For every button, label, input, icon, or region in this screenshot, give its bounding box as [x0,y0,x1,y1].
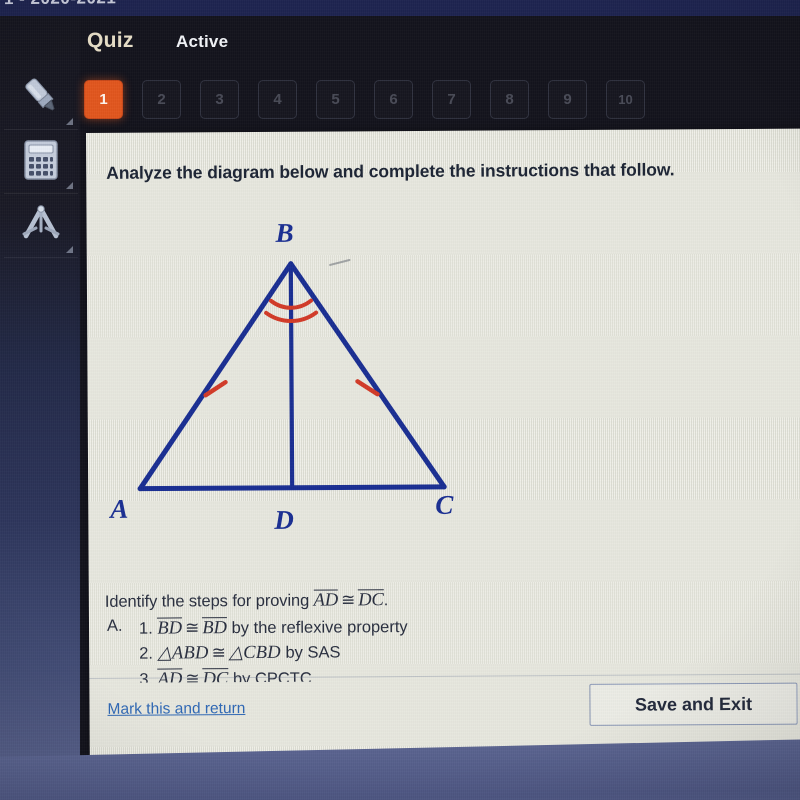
highlighter-icon [18,73,64,124]
step-2-triangle-a: △ABD [157,643,209,664]
step-2-reason: by SAS [285,643,341,663]
question-tab-label: 2 [157,91,166,108]
question-tab-1[interactable]: 1 [84,80,123,119]
vertex-label-B: B [275,217,294,248]
screen-photo: 1 - 2020-2021 [0,0,800,800]
question-tab-8[interactable]: 8 [490,80,529,119]
answer-intro: Identify the steps for proving AD ≅ DC. [105,587,765,612]
segment-BC [288,261,447,490]
vertex-label-A: A [110,493,129,524]
answer-intro-suffix: . [383,591,389,610]
step-1-congruent-symbol: ≅ [184,618,200,638]
question-tab-6[interactable]: 6 [374,80,413,119]
question-tab-4[interactable]: 4 [258,80,297,119]
vertex-label-C: C [435,489,454,520]
quiz-header: Quiz Active [80,20,800,68]
triangle-figure: B A D C [101,216,503,548]
answer-choice-A[interactable]: A. 1. BD ≅ BD by the reflexive property 2.… [105,613,765,683]
answer-intro-segment-AD: AD [313,589,339,611]
step-2-triangle-b: △CBD [228,643,281,664]
vertex-label-D: D [274,504,294,535]
question-tab-label: 1 [99,91,108,108]
question-tab-label: 4 [273,91,282,108]
top-strip-text: 1 - 2020-2021 [4,0,117,9]
page-prompt: Analyze the diagram below and complete t… [106,159,675,183]
question-tab-label: 3 [215,91,224,108]
answer-block: Identify the steps for proving AD ≅ DC. A.… [105,587,766,683]
choice-letter: A. [106,616,123,635]
calculator-icon [21,139,61,186]
quiz-title: Quiz [87,29,134,52]
question-tab-7[interactable]: 7 [432,80,471,119]
question-tab-10[interactable]: 10 [606,80,645,119]
question-tab-label: 9 [563,91,572,108]
question-tab-label: 10 [618,92,633,107]
question-tab-label: 6 [389,91,398,108]
question-tab-label: 7 [447,91,456,108]
answer-intro-congruent-symbol: ≅ [341,590,356,610]
question-tab-2[interactable]: 2 [142,80,181,119]
save-and-exit-button[interactable]: Save and Exit [589,682,798,726]
question-tab-9[interactable]: 9 [548,80,587,119]
step-2-number: 2. [139,645,154,664]
step-1-number: 1. [138,619,153,638]
segment-BD [288,261,295,490]
question-tabs: 1 2 3 4 5 6 7 8 9 10 [80,72,800,128]
highlighter-tool-button[interactable] [4,68,78,130]
step-1-segment-b: BD [202,617,228,639]
step-1-segment-a: BD [157,617,183,639]
proof-step-2: 2. △ABD ≅ △CBD by SAS [139,637,765,667]
question-tab-3[interactable]: 3 [200,80,239,119]
step-2-congruent-symbol: ≅ [211,643,226,663]
question-tab-label: 5 [331,91,340,108]
save-and-exit-label: Save and Exit [634,693,753,715]
compass-icon [16,204,66,249]
step-1-reason: by the reflexive property [231,618,408,638]
tool-rail [0,16,80,776]
answer-intro-prefix: Identify the steps for proving [104,591,314,611]
segment-AB [137,261,294,492]
compass-tool-button[interactable] [4,196,78,258]
calculator-tool-button[interactable] [4,132,78,194]
answer-intro-segment-DC: DC [358,589,384,611]
content-page: Analyze the diagram below and complete t… [86,128,800,755]
mark-this-and-return-link[interactable]: Mark this and return [107,700,245,719]
quiz-status: Active [176,32,229,51]
question-tab-5[interactable]: 5 [316,80,355,119]
question-tab-label: 8 [505,91,514,108]
